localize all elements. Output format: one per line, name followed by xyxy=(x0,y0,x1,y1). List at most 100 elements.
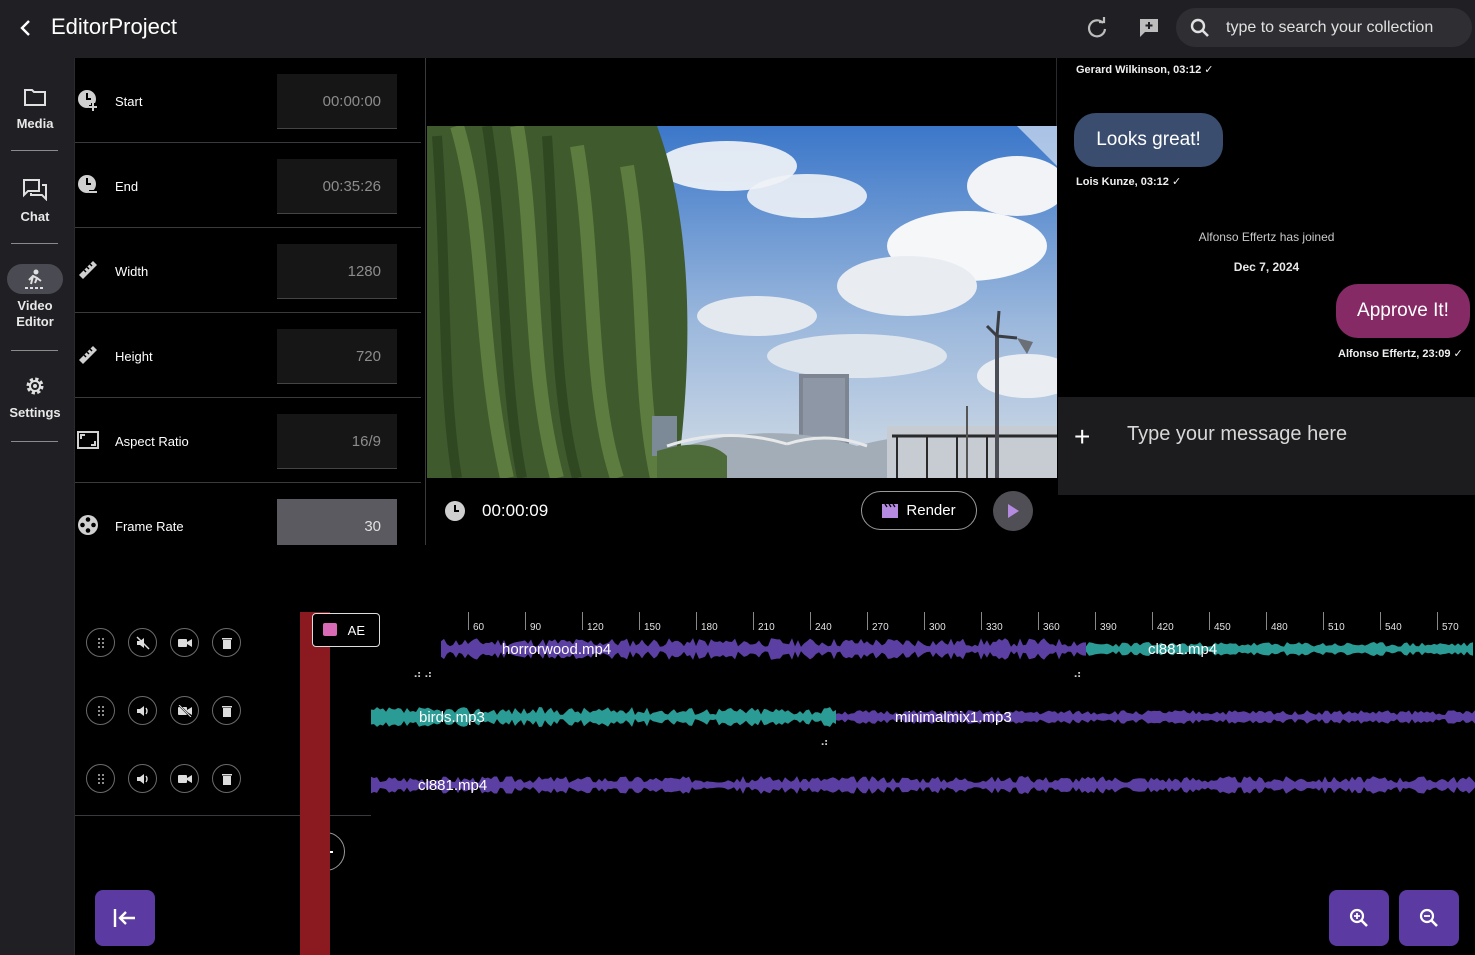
video-preview: 00:00:09 Render xyxy=(427,58,1057,545)
property-label: End xyxy=(115,179,139,194)
height-field[interactable]: 720 xyxy=(277,329,397,384)
back-button[interactable] xyxy=(14,14,38,42)
frame-rate-field[interactable]: 30 xyxy=(277,499,397,545)
ruler-tick: 150 xyxy=(644,622,661,633)
delete-track-button[interactable] xyxy=(212,696,241,725)
clock-remove-icon xyxy=(76,173,100,197)
track-3-waveform[interactable] xyxy=(371,770,1475,800)
jump-to-start-button[interactable] xyxy=(95,890,155,946)
chevron-left-icon xyxy=(20,20,30,36)
volume-off-icon xyxy=(135,635,150,650)
plus-icon[interactable]: + xyxy=(1074,421,1090,453)
zoom-in-button[interactable] xyxy=(1329,890,1389,946)
clapperboard-icon xyxy=(882,503,899,518)
sidebar-item-label: Media xyxy=(16,116,54,131)
film-reel-icon xyxy=(76,513,100,537)
search-bar[interactable] xyxy=(1176,8,1472,47)
timeline-ruler[interactable]: 60 90 120 150 180 210 240 270 300 330 36… xyxy=(371,612,1475,636)
video-editor-icon xyxy=(7,264,63,294)
mute-button[interactable] xyxy=(128,764,157,793)
ruler-tick: 330 xyxy=(986,622,1003,633)
video-toggle-button[interactable] xyxy=(170,764,199,793)
add-comment-button[interactable] xyxy=(1135,14,1163,42)
drag-handle[interactable] xyxy=(86,696,115,725)
resize-handle-icon[interactable]: ⠴ xyxy=(1073,667,1082,681)
sidebar-item-label: Chat xyxy=(20,209,50,224)
system-message: Alfonso Effertz has joined xyxy=(1198,230,1335,244)
project-title: EditorProject xyxy=(51,14,177,39)
chat-icon xyxy=(7,175,63,205)
trash-icon xyxy=(221,773,232,785)
sidebar-item-chat[interactable]: Chat xyxy=(0,175,70,225)
resize-handle-icon[interactable]: ⠴ xyxy=(820,735,829,749)
end-time-field[interactable]: 00:35:26 xyxy=(277,159,397,214)
zoom-in-icon xyxy=(1349,908,1368,927)
sidebar-item-label: Video Editor xyxy=(16,298,54,329)
resize-handle-icon[interactable]: ⠴⠴ xyxy=(413,667,435,681)
delete-track-button[interactable] xyxy=(212,764,241,793)
top-bar: EditorProject xyxy=(0,0,1475,58)
divider xyxy=(11,441,58,442)
search-input[interactable] xyxy=(1226,18,1466,37)
property-aspect-ratio: Aspect Ratio 16/9 xyxy=(75,398,421,483)
start-time-field[interactable]: 00:00:00 xyxy=(277,74,397,129)
collaborator-initials: AE xyxy=(347,622,365,638)
clip-horrorwood[interactable]: horrorwood.mp4 xyxy=(502,641,611,658)
timeline: 60 90 120 150 180 210 240 270 300 330 36… xyxy=(75,545,1475,955)
divider xyxy=(11,243,58,244)
playhead[interactable] xyxy=(300,612,330,955)
ruler-tick: 360 xyxy=(1043,622,1060,633)
play-icon xyxy=(1008,504,1019,518)
sidebar-item-video-editor[interactable]: Video Editor xyxy=(0,264,70,330)
ruler-tick: 420 xyxy=(1157,622,1174,633)
aspect-ratio-field[interactable]: 16/9 xyxy=(277,414,397,469)
zoom-out-button[interactable] xyxy=(1399,890,1459,946)
video-toggle-button[interactable] xyxy=(170,696,199,725)
check-icon: ✓ xyxy=(1204,64,1214,76)
refresh-button[interactable] xyxy=(1083,14,1111,42)
message-bubble: Approve It! xyxy=(1336,284,1470,338)
message-meta: Gerard Wilkinson, 03:12 ✓ xyxy=(1076,64,1214,76)
ruler-tick: 120 xyxy=(587,622,604,633)
play-button[interactable] xyxy=(993,491,1033,531)
delete-track-button[interactable] xyxy=(212,628,241,657)
refresh-icon xyxy=(1087,17,1107,38)
mute-button[interactable] xyxy=(128,628,157,657)
width-field[interactable]: 1280 xyxy=(277,244,397,299)
ruler-tick: 300 xyxy=(929,622,946,633)
ruler-icon xyxy=(76,343,100,367)
sidebar-item-settings[interactable]: Settings xyxy=(0,371,70,421)
property-start: Start 00:00:00 xyxy=(75,58,421,143)
video-off-icon xyxy=(177,704,192,717)
collaborator-cursor: AE xyxy=(312,613,380,647)
sidebar: Media Chat Video Editor Settings xyxy=(0,58,75,955)
clip-cl881[interactable]: cl881.mp4 xyxy=(1148,641,1217,658)
message-composer[interactable]: + Type your message here xyxy=(1058,397,1475,495)
check-icon: ✓ xyxy=(1171,176,1182,188)
render-button[interactable]: Render xyxy=(861,491,977,530)
message-input[interactable]: Type your message here xyxy=(1127,423,1347,446)
video-toggle-button[interactable] xyxy=(170,628,199,657)
clip-cl881[interactable]: cl881.mp4 xyxy=(418,777,487,794)
ruler-tick: 270 xyxy=(872,622,889,633)
clip-birds[interactable]: birds.mp3 xyxy=(419,709,485,726)
property-label: Start xyxy=(115,94,143,109)
message-bubble: Looks great! xyxy=(1074,113,1223,167)
aspect-ratio-icon xyxy=(76,428,100,452)
volume-icon xyxy=(136,705,148,716)
clip-minimalmix1[interactable]: minimalmix1.mp3 xyxy=(895,709,1012,726)
property-label: Aspect Ratio xyxy=(115,434,189,449)
comment-icon xyxy=(323,623,337,636)
sidebar-item-media[interactable]: Media xyxy=(0,82,70,132)
mute-button[interactable] xyxy=(128,696,157,725)
message-meta: Alfonso Effertz, 23:09 ✓ xyxy=(1338,348,1463,360)
folder-icon xyxy=(7,82,63,112)
drag-handle[interactable] xyxy=(86,764,115,793)
video-frame-image xyxy=(427,126,1057,478)
video-frame[interactable] xyxy=(427,126,1057,478)
ruler-tick: 540 xyxy=(1385,622,1402,633)
ruler-tick: 180 xyxy=(701,622,718,633)
ruler-tick: 60 xyxy=(473,622,485,633)
tracks-area: 60 90 120 150 180 210 240 270 300 330 36… xyxy=(371,612,1475,816)
drag-handle[interactable] xyxy=(86,628,115,657)
